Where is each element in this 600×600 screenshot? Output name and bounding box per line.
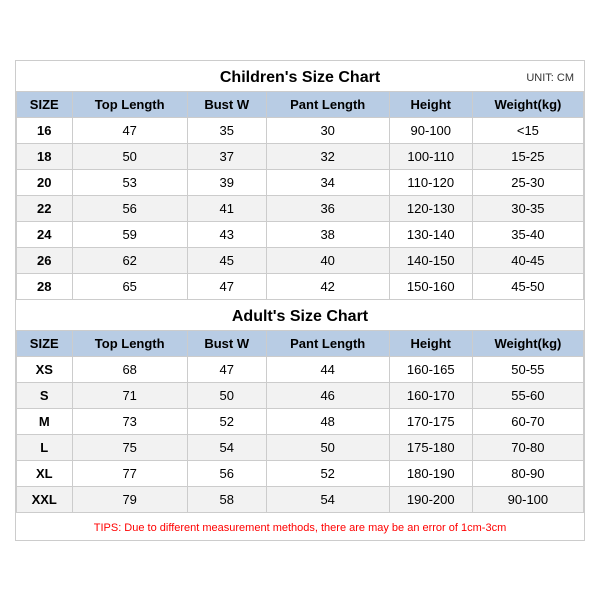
table-row: S715046160-17055-60 — [17, 382, 584, 408]
table-row: 26624540140-15040-45 — [17, 247, 584, 273]
children-col-pant-length: Pant Length — [266, 91, 389, 117]
children-col-bust-w: Bust W — [187, 91, 266, 117]
adults-table-header-row: SIZE Top Length Bust W Pant Length Heigh… — [17, 330, 584, 356]
table-row: 1647353090-100<15 — [17, 117, 584, 143]
table-row: XXL795854190-20090-100 — [17, 486, 584, 512]
table-row: L755450175-18070-80 — [17, 434, 584, 460]
children-chart-title-row: Children's Size Chart UNIT: CM — [16, 61, 584, 91]
table-row: 18503732100-11015-25 — [17, 143, 584, 169]
adults-size-table: SIZE Top Length Bust W Pant Length Heigh… — [16, 330, 584, 513]
children-col-weight: Weight(kg) — [472, 91, 583, 117]
adults-col-pant-length: Pant Length — [266, 330, 389, 356]
tips-text: TIPS: Due to different measurement metho… — [94, 522, 506, 534]
unit-label: UNIT: CM — [526, 72, 574, 84]
table-row: 22564136120-13030-35 — [17, 195, 584, 221]
children-size-table: SIZE Top Length Bust W Pant Length Heigh… — [16, 91, 584, 300]
adults-col-height: Height — [389, 330, 472, 356]
children-col-top-length: Top Length — [72, 91, 187, 117]
table-row: XS684744160-16550-55 — [17, 356, 584, 382]
table-row: 28654742150-16045-50 — [17, 273, 584, 299]
size-chart-container: Children's Size Chart UNIT: CM SIZE Top … — [15, 60, 585, 541]
children-col-height: Height — [389, 91, 472, 117]
adults-col-top-length: Top Length — [72, 330, 187, 356]
table-row: M735248170-17560-70 — [17, 408, 584, 434]
children-table-header-row: SIZE Top Length Bust W Pant Length Heigh… — [17, 91, 584, 117]
adults-col-size: SIZE — [17, 330, 73, 356]
children-col-size: SIZE — [17, 91, 73, 117]
table-row: 24594338130-14035-40 — [17, 221, 584, 247]
table-row: XL775652180-19080-90 — [17, 460, 584, 486]
tips-row: TIPS: Due to different measurement metho… — [16, 513, 584, 540]
children-chart-title: Children's Size Chart — [220, 69, 380, 87]
adults-chart-title-row: Adult's Size Chart — [16, 300, 584, 330]
adults-col-weight: Weight(kg) — [472, 330, 583, 356]
adults-col-bust-w: Bust W — [187, 330, 266, 356]
table-row: 20533934110-12025-30 — [17, 169, 584, 195]
adults-chart-title: Adult's Size Chart — [232, 308, 368, 325]
